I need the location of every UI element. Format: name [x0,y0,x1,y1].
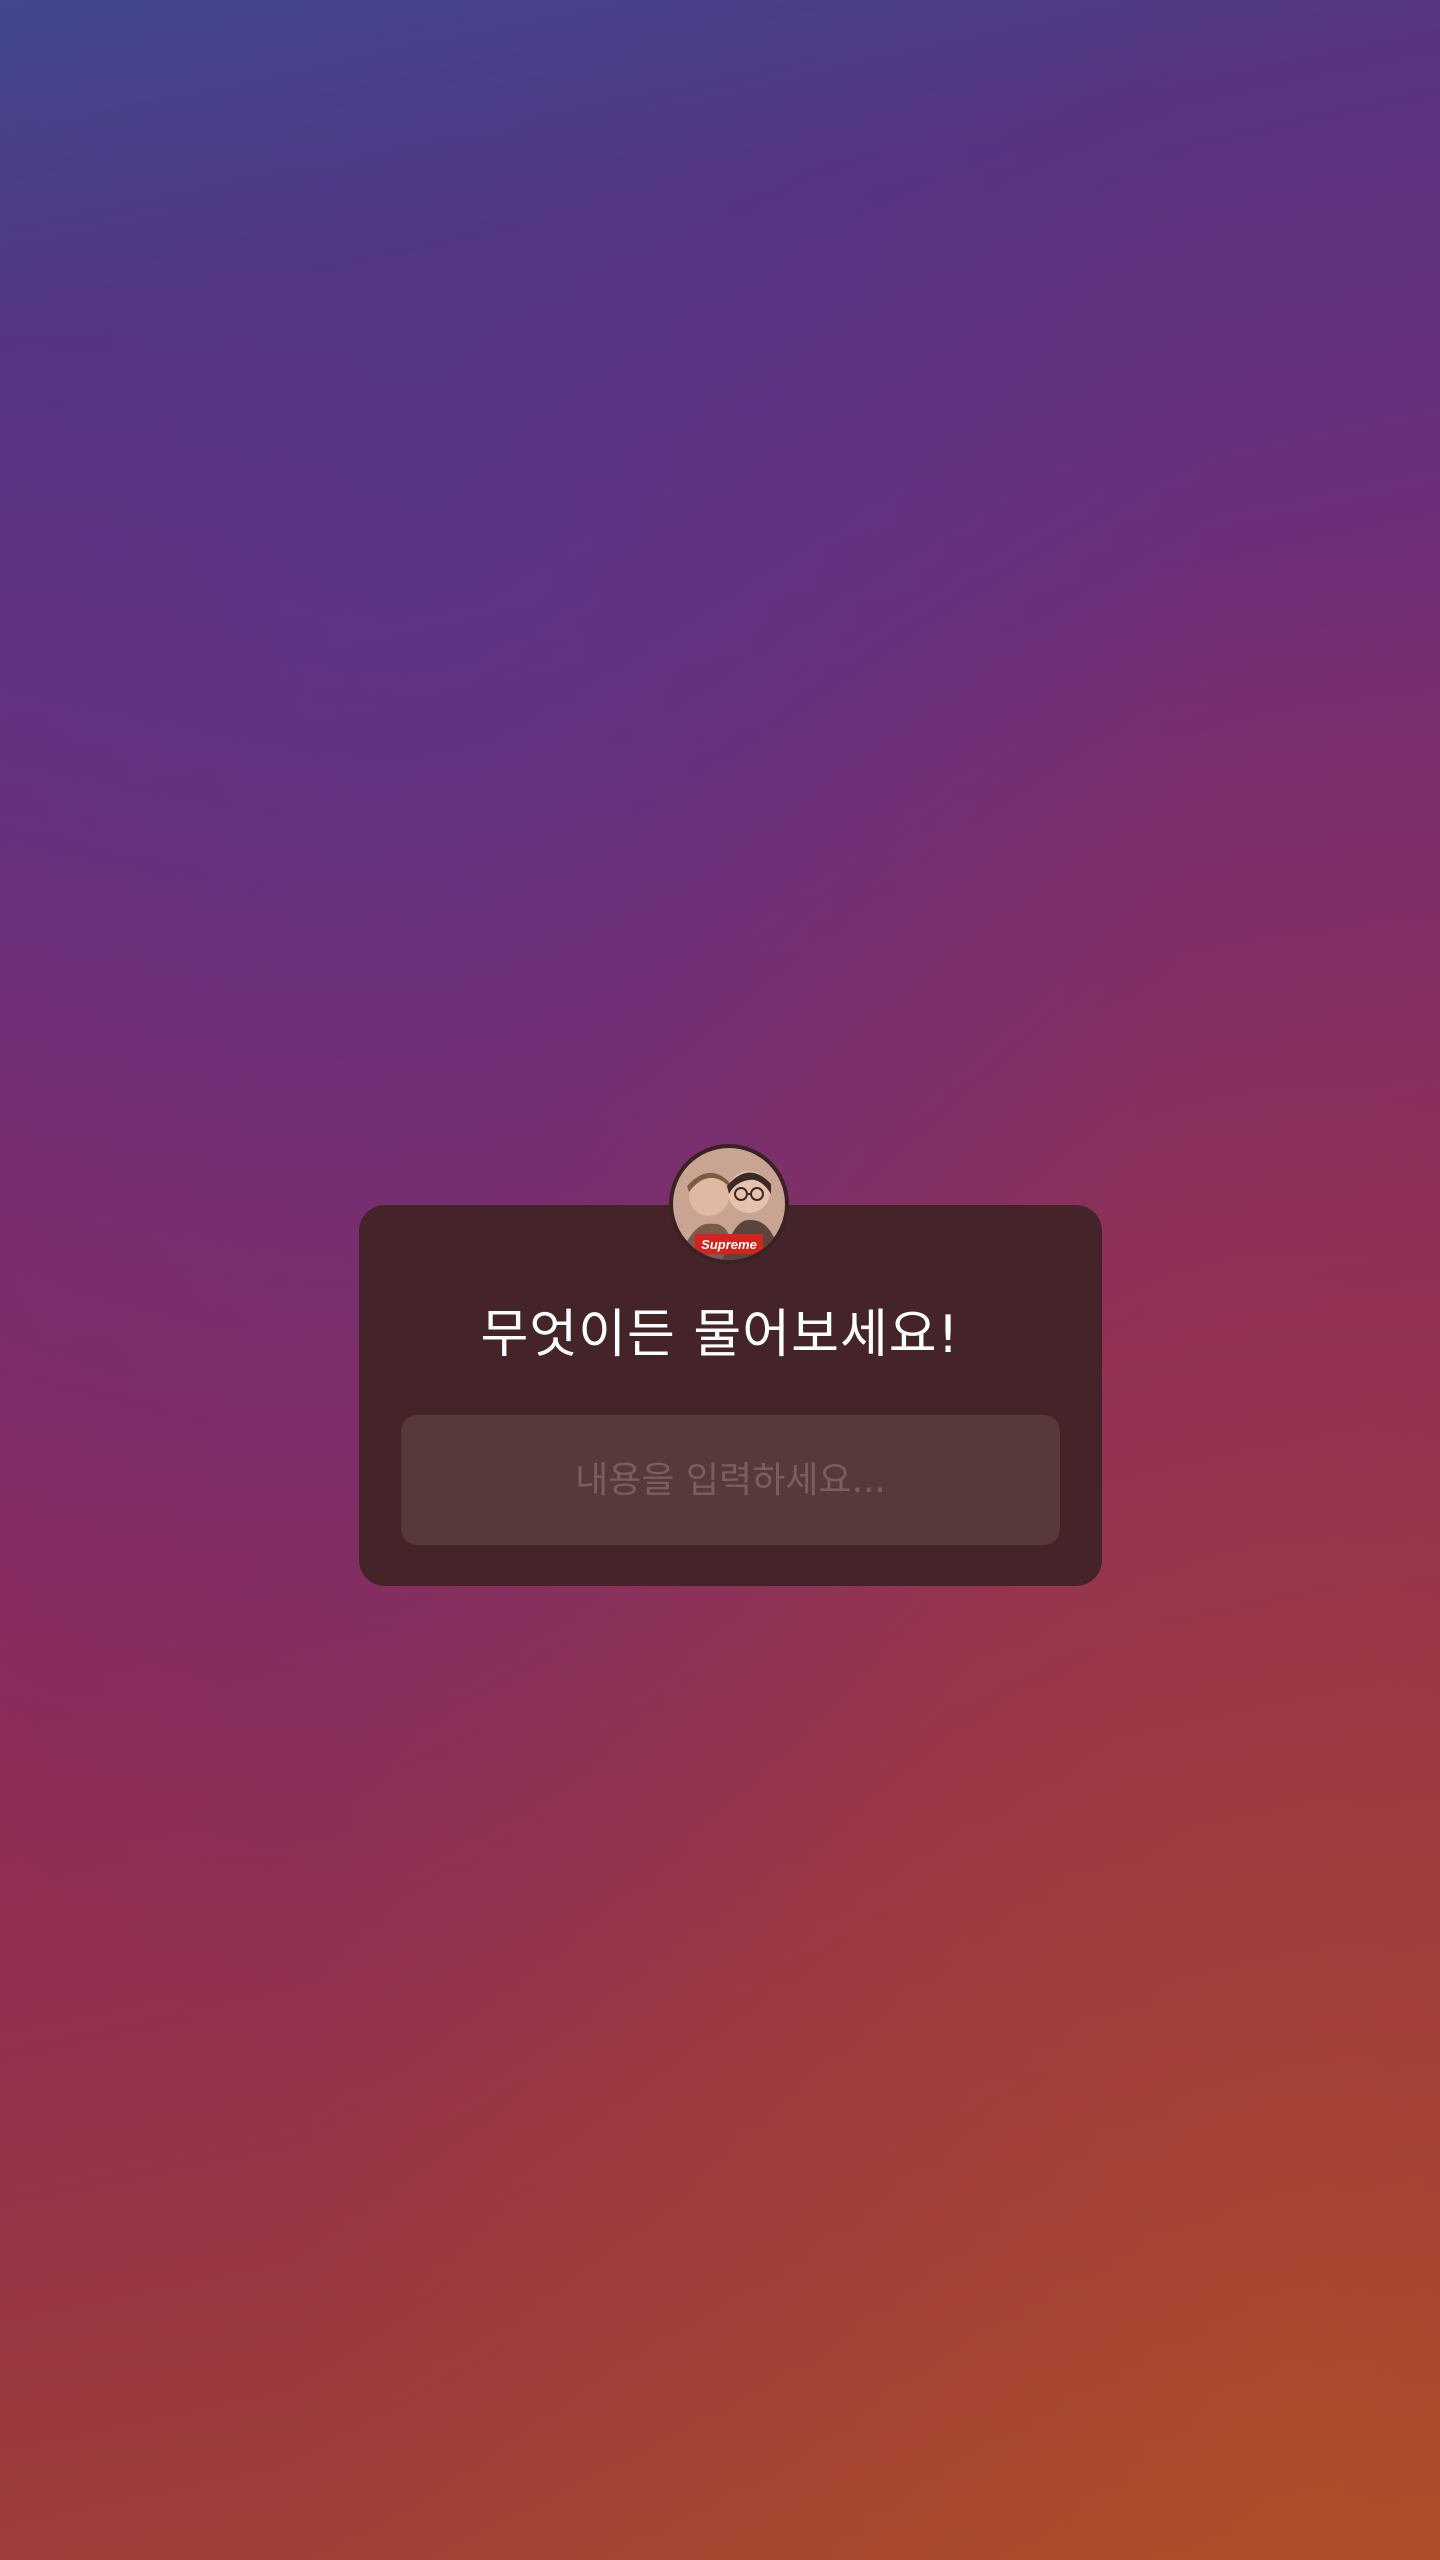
answer-input[interactable] [401,1415,1060,1545]
supreme-logo-text: Supreme [701,1237,757,1252]
profile-avatar: Supreme [669,1144,789,1264]
profile-avatar-icon: Supreme [673,1148,785,1260]
sticker-title: 무엇이든 물어보세요! [480,1305,960,1365]
